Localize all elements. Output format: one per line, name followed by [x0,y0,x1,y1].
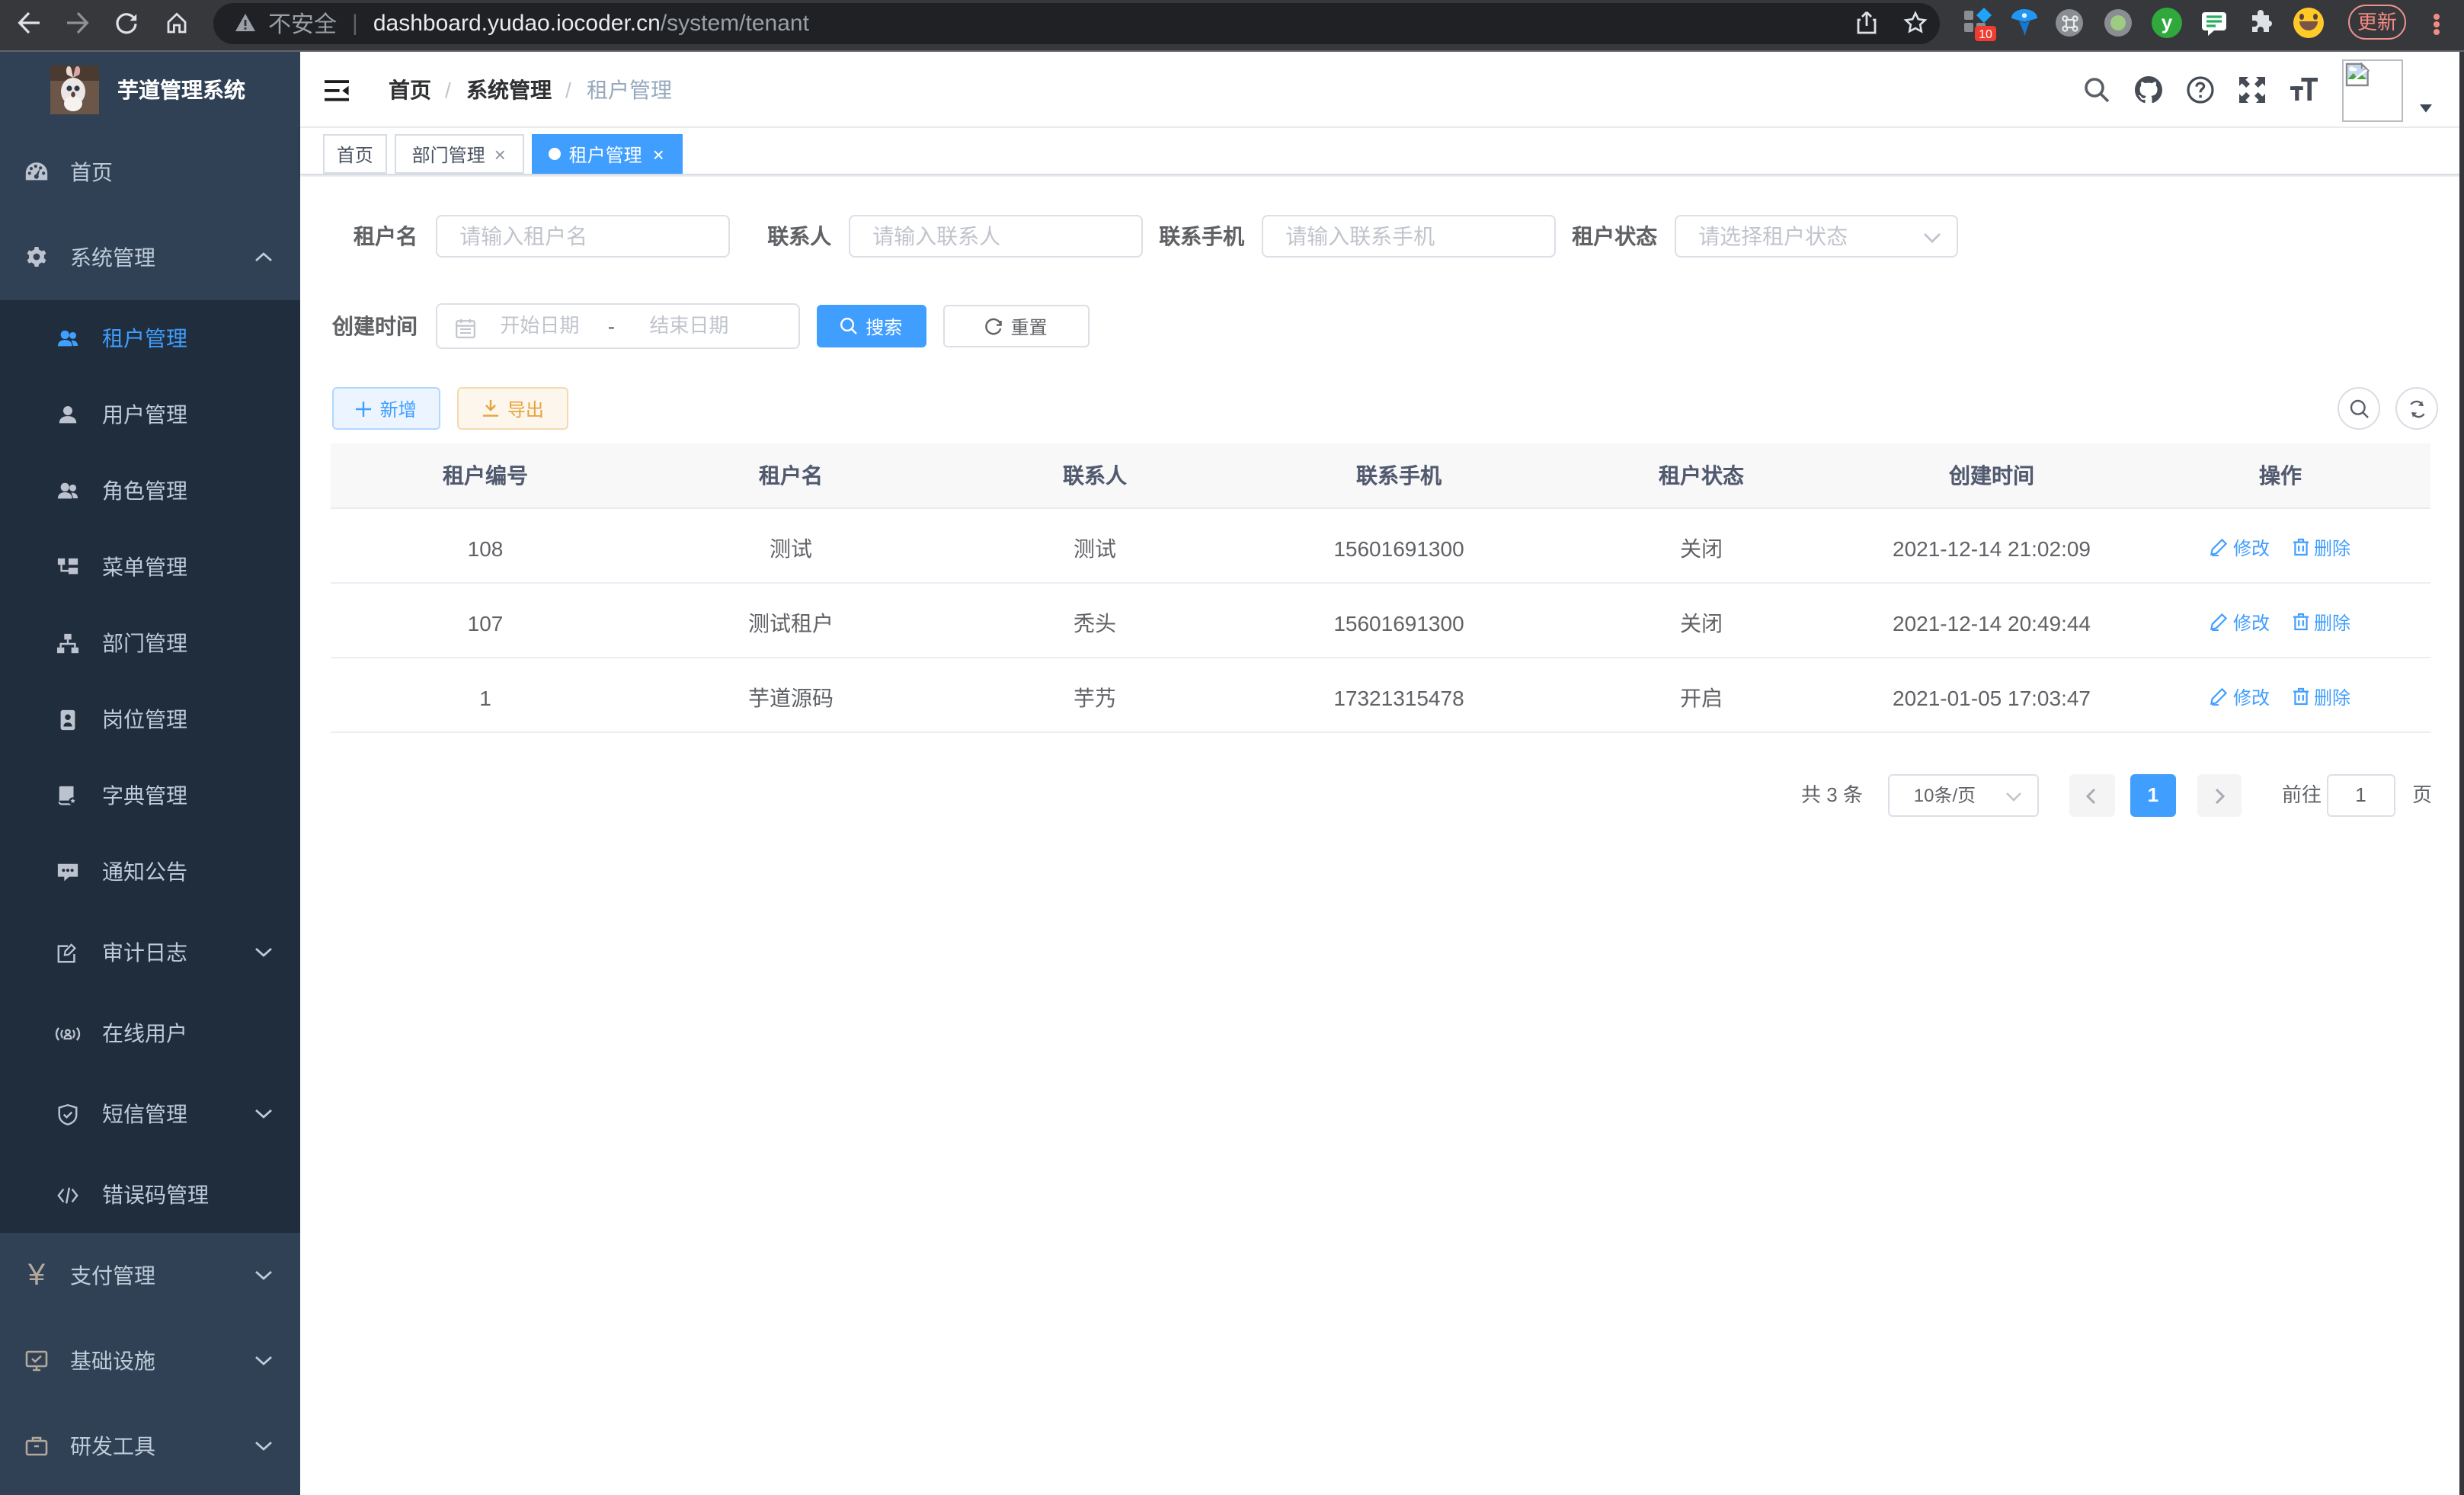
svg-text:10: 10 [1979,28,1992,41]
